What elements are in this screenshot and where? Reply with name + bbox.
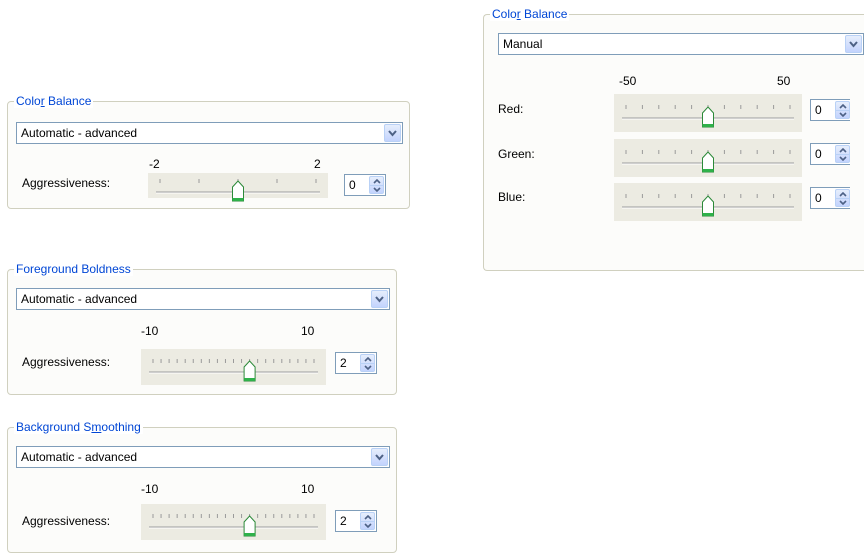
slider-thumb-icon[interactable] [702, 106, 714, 128]
foreground-boldness-group: Foreground Boldness Automatic - advanced… [7, 262, 397, 395]
chevron-down-icon[interactable] [371, 448, 388, 466]
color-balance-auto-title: Color Balance [14, 94, 94, 108]
color-balance-blue-value: 0 [815, 191, 822, 205]
slider-thumb-icon[interactable] [702, 195, 714, 217]
color-balance-manual-group: Color Balance Manual -50 50 Red: 0 Green… [483, 7, 864, 271]
spin-down-arrow-icon[interactable] [839, 200, 847, 205]
background-smoothing-max-label: 10 [301, 482, 315, 496]
background-smoothing-mode-value: Automatic - advanced [21, 450, 138, 464]
color-balance-red-value: 0 [815, 103, 822, 117]
foreground-boldness-mode-value: Automatic - advanced [21, 292, 138, 306]
foreground-boldness-aggressiveness-slider[interactable] [141, 353, 326, 383]
slider-thumb-icon[interactable] [243, 360, 256, 382]
spin-down-arrow-icon[interactable] [839, 112, 847, 117]
background-smoothing-aggressiveness-slider[interactable] [141, 508, 326, 538]
color-balance-auto-group: Color Balance Automatic - advanced -2 2 … [7, 94, 410, 209]
color-balance-red-label: Red: [498, 102, 524, 116]
spin-up-arrow-icon[interactable] [373, 179, 381, 184]
slider-thumb-icon[interactable] [232, 180, 244, 202]
chevron-down-icon[interactable] [371, 290, 388, 308]
foreground-boldness-aggressiveness-label: Aggressiveness: [22, 355, 111, 369]
spin-down-arrow-icon[interactable] [364, 523, 372, 528]
spin-down-arrow-icon[interactable] [839, 156, 847, 161]
spin-up-arrow-icon[interactable] [364, 357, 372, 362]
spin-down-arrow-icon[interactable] [373, 187, 381, 192]
color-balance-auto-mode-value: Automatic - advanced [21, 126, 138, 140]
color-balance-green-stepper[interactable]: 0 [810, 143, 850, 165]
color-balance-blue-label: Blue: [498, 190, 526, 204]
foreground-boldness-mode-dropdown[interactable]: Automatic - advanced [16, 288, 390, 310]
background-smoothing-title: Background Smoothing [14, 420, 143, 434]
color-balance-red-stepper[interactable]: 0 [810, 99, 850, 121]
color-balance-red-slider[interactable] [614, 99, 802, 129]
background-smoothing-mode-dropdown[interactable]: Automatic - advanced [16, 446, 390, 468]
spin-down-arrow-icon[interactable] [364, 365, 372, 370]
foreground-boldness-max-label: 10 [301, 324, 315, 338]
background-smoothing-min-label: -10 [141, 482, 159, 496]
color-balance-blue-stepper[interactable]: 0 [810, 187, 850, 209]
spin-up-arrow-icon[interactable] [364, 515, 372, 520]
color-balance-auto-mode-dropdown[interactable]: Automatic - advanced [16, 122, 403, 144]
foreground-boldness-aggressiveness-stepper[interactable]: 2 [335, 352, 377, 374]
color-balance-blue-slider[interactable] [614, 188, 802, 218]
background-smoothing-group: Background Smoothing Automatic - advance… [7, 420, 397, 553]
color-balance-manual-mode-dropdown[interactable]: Manual [498, 33, 864, 55]
foreground-boldness-aggressiveness-value: 2 [340, 356, 347, 370]
color-balance-auto-min-label: -2 [149, 157, 160, 171]
color-balance-green-value: 0 [815, 147, 822, 161]
slider-thumb-icon[interactable] [702, 151, 714, 173]
color-balance-auto-aggressiveness-slider[interactable] [148, 173, 328, 202]
foreground-boldness-min-label: -10 [141, 324, 159, 338]
color-balance-auto-aggressiveness-value: 0 [349, 178, 356, 192]
background-smoothing-aggressiveness-value: 2 [340, 514, 347, 528]
slider-thumb-icon[interactable] [243, 515, 256, 537]
color-balance-manual-title: Color Balance [490, 7, 570, 21]
background-smoothing-aggressiveness-label: Aggressiveness: [22, 514, 111, 528]
spin-up-arrow-icon[interactable] [839, 148, 847, 153]
color-balance-auto-max-label: 2 [314, 157, 321, 171]
chevron-down-icon[interactable] [384, 124, 401, 142]
spin-up-arrow-icon[interactable] [839, 104, 847, 109]
color-balance-green-slider[interactable] [614, 144, 802, 174]
spin-up-arrow-icon[interactable] [839, 192, 847, 197]
color-balance-auto-aggressiveness-stepper[interactable]: 0 [344, 174, 386, 196]
color-balance-auto-aggressiveness-label: Aggressiveness: [22, 176, 111, 190]
color-balance-manual-max-label: 50 [777, 74, 791, 88]
foreground-boldness-title: Foreground Boldness [14, 262, 133, 276]
color-balance-manual-mode-value: Manual [503, 37, 543, 51]
background-smoothing-aggressiveness-stepper[interactable]: 2 [335, 510, 377, 532]
chevron-down-icon[interactable] [845, 35, 862, 53]
color-balance-green-label: Green: [498, 147, 535, 161]
color-balance-manual-min-label: -50 [619, 74, 637, 88]
